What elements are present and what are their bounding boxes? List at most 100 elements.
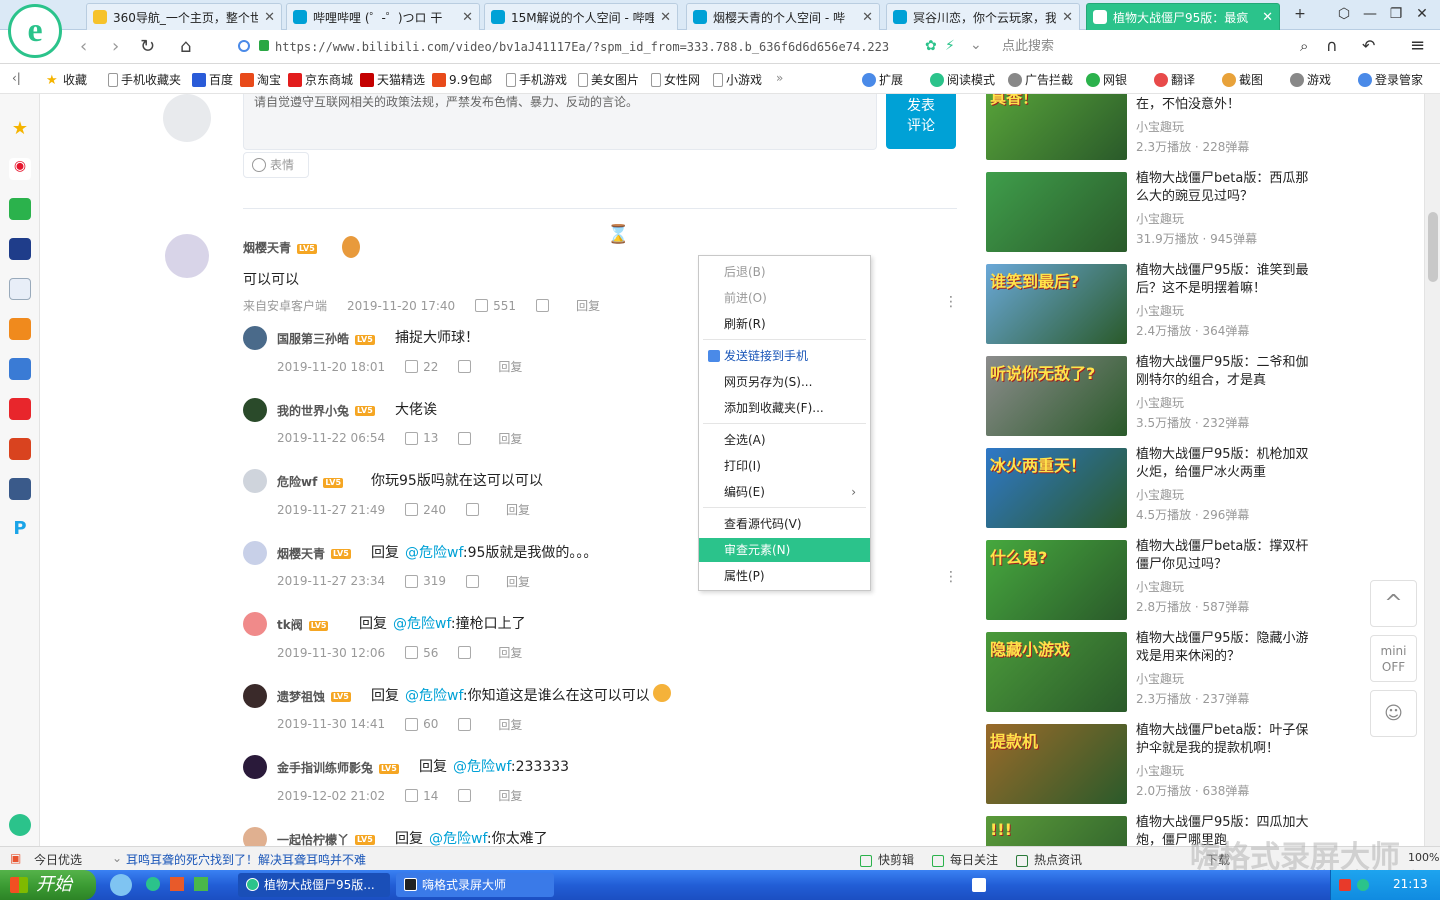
- video-card[interactable]: 植物大战僵尸beta版：西瓜那么大的豌豆见过吗？ 小宝趣玩 31.9万播放 · 94…: [986, 170, 1316, 252]
- home-icon[interactable]: ⌂: [180, 36, 191, 57]
- browser-tab[interactable]: 冥谷川恋，你个云玩家，我 ✕: [886, 3, 1080, 30]
- dislike-button[interactable]: [458, 431, 476, 445]
- browser-logo[interactable]: e: [8, 4, 62, 58]
- document-icon[interactable]: [9, 278, 31, 300]
- reply-avatar[interactable]: [243, 540, 267, 565]
- security-check-icon[interactable]: ✿: [925, 38, 937, 54]
- video-uploader[interactable]: 小宝趣玩: [1136, 210, 1184, 227]
- forward-icon[interactable]: ›: [112, 36, 119, 57]
- mini-player-toggle[interactable]: mini OFF: [1370, 635, 1417, 682]
- browser-tab[interactable]: 360导航_一个主页，整个世 ✕: [86, 3, 282, 30]
- video-title[interactable]: 植物大战僵尸beta版：叶子保护伞就是我的提款机啊！: [1136, 722, 1316, 758]
- context-menu-item[interactable]: 编码(E) ›: [699, 480, 870, 504]
- search-input[interactable]: 点此搜索: [1002, 36, 1302, 58]
- context-menu-item[interactable]: 发送链接到手机: [699, 344, 870, 368]
- search-icon[interactable]: ⌕: [1300, 37, 1308, 55]
- reply-avatar[interactable]: [243, 826, 267, 846]
- toolbar-tool[interactable]: 翻译: [1154, 71, 1195, 88]
- comment-avatar[interactable]: [165, 234, 209, 278]
- headset-icon[interactable]: ∩: [1326, 36, 1338, 55]
- reply-avatar[interactable]: [243, 755, 267, 779]
- chevron-down-icon[interactable]: ⌄: [970, 37, 982, 53]
- reply-button[interactable]: 回复: [498, 644, 522, 661]
- more-options-icon[interactable]: ⋮: [944, 294, 958, 310]
- tab-close-icon[interactable]: ✕: [1062, 10, 1073, 25]
- menu-icon[interactable]: ≡: [1410, 35, 1425, 56]
- reply-username[interactable]: 烟樱天青 LV5: [277, 545, 351, 562]
- start-button[interactable]: 开始: [0, 870, 96, 900]
- reply-avatar[interactable]: [243, 326, 267, 350]
- undo-icon[interactable]: ↶: [1362, 36, 1375, 55]
- minimize-button[interactable]: —: [1360, 6, 1380, 22]
- reply-username[interactable]: tk阀 LV5: [277, 616, 329, 633]
- video-title[interactable]: 植物大战僵尸beta版：西瓜那么大的豌豆见过吗？: [1136, 170, 1316, 206]
- 360-tray-icon[interactable]: [1357, 879, 1369, 891]
- dislike-button[interactable]: [466, 574, 484, 588]
- video-uploader[interactable]: 小宝趣玩: [1136, 670, 1184, 687]
- mention-link[interactable]: @危险wf: [393, 616, 451, 632]
- video-uploader[interactable]: 小宝趣玩: [1136, 394, 1184, 411]
- status-item[interactable]: 热点资讯: [1016, 851, 1082, 868]
- quicklaunch-desktop-icon[interactable]: [194, 877, 208, 891]
- comment-textarea[interactable]: 请自觉遵守互联网相关的政策法规，严禁发布色情、暴力、反动的言论。: [243, 94, 877, 150]
- reply-button[interactable]: 回复: [498, 716, 522, 733]
- scrollbar[interactable]: [1424, 94, 1440, 846]
- browser-tab[interactable]: 15M解说的个人空间 - 哔哩 ✕: [484, 3, 678, 30]
- game-center-icon[interactable]: [9, 318, 31, 340]
- toolbar-tool[interactable]: 广告拦截: [1008, 71, 1073, 88]
- weibo-icon[interactable]: ◉: [9, 158, 31, 180]
- video-thumbnail[interactable]: [986, 172, 1127, 252]
- comment-username[interactable]: 烟樱天青 LV5: [243, 239, 317, 256]
- status-item[interactable]: 快剪辑: [860, 851, 914, 868]
- taskbar-button[interactable]: 嗨格式录屏大师: [396, 873, 554, 897]
- mail-icon[interactable]: [9, 198, 31, 220]
- reply-button[interactable]: 回复: [506, 501, 530, 518]
- record-icon[interactable]: [1339, 879, 1351, 891]
- reply-button[interactable]: 回复: [498, 358, 522, 375]
- back-icon[interactable]: ‹: [80, 36, 87, 57]
- toolbar-tool[interactable]: 游戏: [1290, 71, 1331, 88]
- video-thumbnail[interactable]: 隐藏小游戏: [986, 632, 1127, 712]
- dislike-button[interactable]: [536, 299, 554, 312]
- video-uploader[interactable]: 小宝趣玩: [1136, 118, 1184, 135]
- dislike-button[interactable]: [458, 646, 476, 659]
- dislike-button[interactable]: [466, 503, 484, 516]
- toolbar-tool[interactable]: 扩展: [862, 71, 903, 88]
- video-card[interactable]: 听说你无敌了? 植物大战僵尸95版：二爷和伽刚特尔的组合，才是真 小宝趣玩 3.5万播…: [986, 355, 1316, 436]
- speed-icon[interactable]: ⚡: [945, 38, 955, 54]
- app-icon-2[interactable]: [9, 398, 31, 420]
- bookmark-item[interactable]: 手机游戏: [506, 71, 567, 88]
- toolbar-tool[interactable]: 阅读模式: [930, 71, 995, 88]
- bookmark-item[interactable]: 百度: [192, 71, 233, 88]
- refresh-icon[interactable]: ↻: [140, 36, 155, 57]
- video-card[interactable]: 真香！ 植物大战僵尸95版：大爷二爷在，不怕没意外！ 小宝趣玩 2.3万播放 · 22…: [986, 94, 1316, 160]
- video-card[interactable]: 什么鬼? 植物大战僵尸beta版：撑双杆僵尸你见过吗？ 小宝趣玩 2.8万播放 · 5…: [986, 539, 1316, 620]
- bookmark-item[interactable]: 9.9包邮: [432, 71, 492, 88]
- show-desktop-icon[interactable]: [972, 878, 986, 892]
- ie-icon[interactable]: [110, 874, 132, 896]
- tab-close-icon[interactable]: ✕: [1262, 10, 1273, 25]
- maximize-button[interactable]: ❐: [1386, 6, 1406, 22]
- reply-button[interactable]: 回复: [576, 297, 600, 314]
- quicklaunch-app-icon[interactable]: [170, 877, 184, 891]
- context-menu-item[interactable]: 查看源代码(V): [699, 512, 870, 536]
- sidebar-toggle-icon[interactable]: ‹|: [12, 71, 21, 85]
- video-title[interactable]: 植物大战僵尸95版：谁笑到最后？这不是明摆着嘛！: [1136, 262, 1316, 298]
- context-menu-item[interactable]: 网页另存为(S)...: [699, 370, 870, 394]
- reply-button[interactable]: 回复: [498, 787, 522, 804]
- bookmarks-more[interactable]: »: [776, 71, 783, 85]
- video-thumbnail[interactable]: !!!: [986, 816, 1127, 846]
- reply-username[interactable]: 我的世界小兔 LV5: [277, 402, 375, 419]
- emoji-button[interactable]: 表情: [243, 152, 309, 178]
- bookmark-item[interactable]: 京东商城: [288, 71, 353, 88]
- app-icon-1[interactable]: [9, 358, 31, 380]
- like-button[interactable]: 60: [405, 717, 438, 731]
- video-card[interactable]: 隐藏小游戏 植物大战僵尸95版：隐藏小游戏是用来休闲的？ 小宝趣玩 2.3万播放 · …: [986, 631, 1316, 712]
- video-thumbnail[interactable]: 提款机: [986, 724, 1127, 804]
- reply-avatar[interactable]: [243, 469, 267, 493]
- bookmark-item[interactable]: 天猫精选: [360, 71, 425, 88]
- like-button[interactable]: 240: [405, 503, 446, 517]
- dislike-button[interactable]: [458, 789, 476, 802]
- news-icon[interactable]: [9, 238, 31, 260]
- video-card[interactable]: 谁笑到最后? 植物大战僵尸95版：谁笑到最后？这不是明摆着嘛！ 小宝趣玩 2.4万播放…: [986, 262, 1316, 344]
